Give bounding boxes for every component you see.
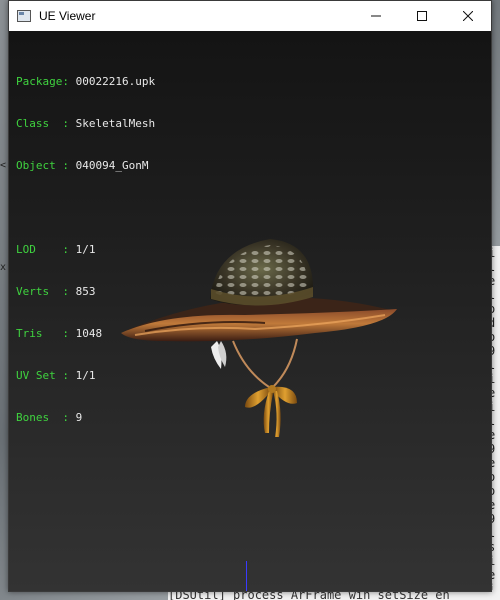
lod-value: 1/1 (75, 243, 96, 256)
maximize-icon (417, 11, 427, 21)
3d-viewport[interactable]: Package: 00022216.upk Class : SkeletalMe… (9, 31, 491, 591)
bones-value: 9 (75, 411, 83, 424)
desktop-mark: < (0, 160, 7, 171)
bones-label: Bones : (16, 411, 69, 424)
uvset-value: 1/1 (75, 369, 96, 382)
axis-indicator (246, 561, 247, 591)
close-button[interactable] (445, 1, 491, 31)
maximize-button[interactable] (399, 1, 445, 31)
desktop-mark: x (0, 262, 7, 273)
class-label: Class : (16, 117, 69, 130)
title-bar[interactable]: UE Viewer (9, 1, 491, 31)
package-value: 00022216.upk (75, 75, 156, 88)
verts-value: 853 (75, 285, 96, 298)
class-value: SkeletalMesh (75, 117, 156, 130)
straw-hat-model[interactable] (105, 201, 405, 441)
minimize-icon (371, 15, 381, 17)
minimize-button[interactable] (353, 1, 399, 31)
uvset-label: UV Set : (16, 369, 69, 382)
lod-label: LOD : (16, 243, 69, 256)
package-label: Package: (16, 75, 69, 88)
close-icon (463, 11, 473, 21)
tris-label: Tris : (16, 327, 69, 340)
app-icon (17, 10, 31, 22)
object-label: Object : (16, 159, 69, 172)
tris-value: 1048 (75, 327, 103, 340)
verts-label: Verts : (16, 285, 69, 298)
object-value: 040094_GonM (75, 159, 149, 172)
window-title: UE Viewer (39, 9, 96, 23)
ue-viewer-window: UE Viewer Package: 00022216.upk Class : … (8, 0, 492, 592)
